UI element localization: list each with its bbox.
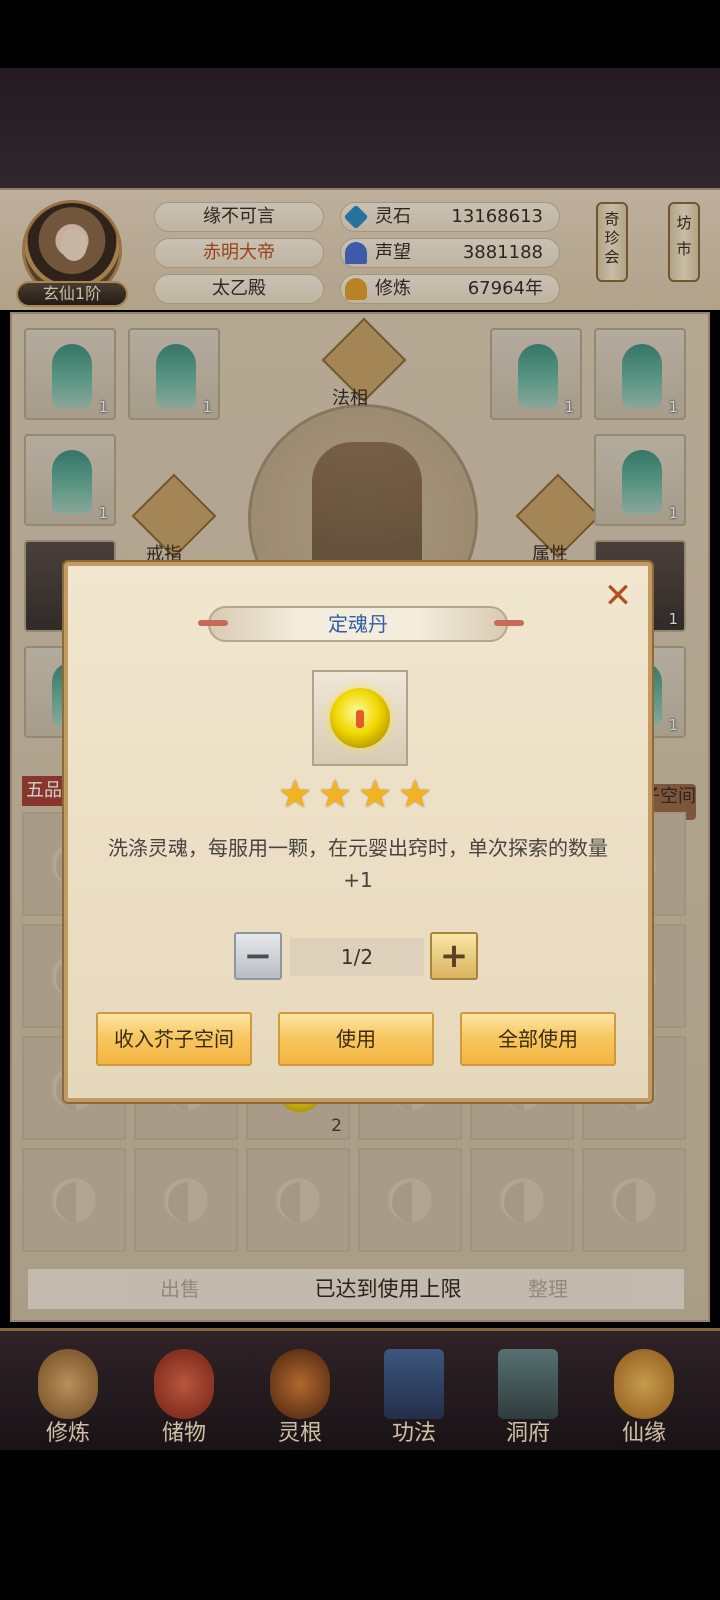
soul-pill-icon bbox=[330, 688, 390, 748]
pill-core bbox=[356, 710, 364, 728]
star-icon: ★ bbox=[278, 772, 313, 816]
minus-icon: − bbox=[243, 936, 273, 976]
banner-ornament bbox=[198, 620, 228, 626]
star-icon: ★ bbox=[358, 772, 393, 816]
item-detail-dialog: ✕ 定魂丹 ★ ★ ★ ★ 洗涤灵魂，每服用一颗，在元婴出窍时，单次探索的数量+… bbox=[64, 562, 652, 1102]
star-icon: ★ bbox=[398, 772, 433, 816]
use-all-button[interactable]: 全部使用 bbox=[460, 1012, 616, 1066]
plus-icon: + bbox=[439, 936, 469, 976]
item-image-frame bbox=[312, 670, 408, 766]
close-icon[interactable]: ✕ bbox=[600, 578, 636, 614]
quantity-field[interactable]: 1/2 bbox=[290, 938, 424, 976]
star-rating: ★ ★ ★ ★ bbox=[278, 774, 448, 814]
item-description: 洗涤灵魂，每服用一颗，在元婴出窍时，单次探索的数量+1 bbox=[108, 836, 608, 892]
decrease-quantity-button[interactable]: − bbox=[234, 932, 282, 980]
increase-quantity-button[interactable]: + bbox=[430, 932, 478, 980]
star-icon: ★ bbox=[318, 772, 353, 816]
title-banner: 定魂丹 bbox=[208, 606, 508, 642]
use-button[interactable]: 使用 bbox=[278, 1012, 434, 1066]
dialog-title: 定魂丹 bbox=[328, 612, 388, 636]
store-to-space-button[interactable]: 收入芥子空间 bbox=[96, 1012, 252, 1066]
banner-ornament bbox=[494, 620, 524, 626]
